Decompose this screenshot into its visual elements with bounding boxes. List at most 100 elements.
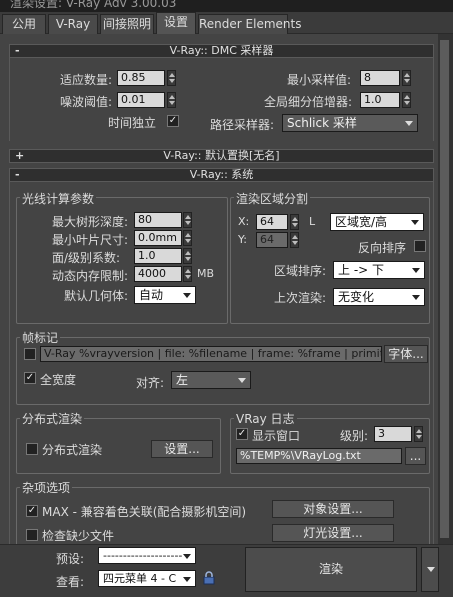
region-x-spinner[interactable] <box>290 214 299 230</box>
chevron-down-icon <box>411 220 419 225</box>
distributed-settings-button[interactable]: 设置... <box>151 440 213 458</box>
tab-indirect-illumination[interactable]: 间接照明 <box>100 14 154 34</box>
show-log-window-checkbox[interactable]: ✓ <box>236 428 248 440</box>
mem-unit-label: MB <box>197 267 215 280</box>
min-samples-spinner[interactable] <box>402 70 411 86</box>
log-level-field[interactable]: 3 <box>374 426 412 442</box>
region-y-spinner[interactable] <box>290 232 299 248</box>
max-tree-depth-field[interactable]: 80 <box>134 212 182 228</box>
full-width-label: 全宽度 <box>40 373 77 387</box>
lock-xy-button[interactable]: L <box>309 215 315 228</box>
distributed-rendering-label: 分布式渲染 <box>42 443 103 457</box>
min-samples-field[interactable]: 8 <box>360 70 400 86</box>
object-settings-button[interactable]: 对象设置... <box>272 500 394 518</box>
scrollbar-thumb[interactable] <box>440 40 449 538</box>
settings-scroll-pane: - V-Ray:: DMC 采样器 适应数量: 0.85 噪波阈值: 0.01 … <box>0 34 453 557</box>
distributed-rendering-group-title: 分布式渲染 <box>20 410 85 427</box>
check-missing-files-label: 检查缺少文件 <box>42 529 115 543</box>
lock-icon[interactable] <box>203 571 215 585</box>
bottom-bar: 预设: -------------------- 查看: 四元菜单 4 - C … <box>0 544 453 597</box>
chevron-down-icon <box>412 295 420 300</box>
chevron-down-icon <box>238 378 246 383</box>
adaptive-amount-spinner[interactable] <box>167 70 176 86</box>
frame-stamp-group-title: 帧标记 <box>20 329 61 346</box>
render-button[interactable]: 渲染 <box>245 547 417 592</box>
check-missing-files-checkbox[interactable] <box>26 529 38 541</box>
collapse-icon: - <box>15 168 20 181</box>
preset-value: -------------------- <box>103 549 183 562</box>
time-independent-label: 时间独立 <box>108 116 157 130</box>
dmc-panel: 适应数量: 0.85 噪波阈值: 0.01 时间独立 ✓ 最小采样值: 8 全局… <box>9 58 434 141</box>
region-mode-value: 区域宽/高 <box>335 215 388 229</box>
preset-dropdown[interactable]: -------------------- <box>98 547 196 564</box>
face-level-label: 面/级别系数: <box>52 251 121 265</box>
mem-limit-field[interactable]: 4000 <box>134 266 182 282</box>
rollup-dmc-sampler[interactable]: - V-Ray:: DMC 采样器 <box>9 44 434 58</box>
tab-common[interactable]: 公用 <box>2 14 46 34</box>
chevron-down-icon <box>412 268 420 273</box>
log-level-spinner[interactable] <box>414 426 423 442</box>
max-compat-label: MAX - 兼容着色关联(配合摄影机空间) <box>42 505 247 519</box>
distributed-rendering-checkbox[interactable] <box>26 443 38 455</box>
window-title-bar: 渲染设置: V-Ray Adv 3.00.03 <box>0 0 453 12</box>
default-geometry-value: 自动 <box>139 288 164 302</box>
full-width-checkbox[interactable]: ✓ <box>24 372 36 384</box>
min-leaf-label: 最小叶片尺寸: <box>52 233 129 247</box>
max-tree-depth-label: 最大树形深度: <box>52 215 129 229</box>
align-dropdown[interactable]: 左 <box>171 371 251 389</box>
rollup-default-displacement[interactable]: + V-Ray:: 默认置换[无名] <box>9 149 434 163</box>
chevron-down-icon <box>427 567 435 572</box>
tab-bar: 公用 V-Ray 间接照明 设置 Render Elements <box>0 12 453 35</box>
log-browse-button[interactable]: ... <box>405 447 426 465</box>
render-region-group-title: 渲染区域分割 <box>234 190 311 207</box>
region-y-label: Y: <box>238 233 247 246</box>
path-sampler-dropdown[interactable]: Schlick 采样 <box>282 114 418 132</box>
global-subdivs-field[interactable]: 1.0 <box>360 92 400 108</box>
global-subdivs-label: 全局细分倍增器: <box>264 95 353 109</box>
region-sequence-dropdown[interactable]: 上 -> 下 <box>333 261 425 279</box>
tab-render-elements[interactable]: Render Elements <box>198 14 301 34</box>
min-samples-label: 最小采样值: <box>287 73 352 87</box>
view-dropdown[interactable]: 四元菜单 4 - C <box>98 570 196 587</box>
face-level-spinner[interactable] <box>183 248 192 264</box>
rollup-title: V-Ray:: 系统 <box>189 168 254 181</box>
noise-threshold-field[interactable]: 0.01 <box>117 92 165 108</box>
mem-limit-label: 动态内存限制: <box>52 269 129 283</box>
region-y-field[interactable]: 64 <box>256 232 288 248</box>
min-leaf-spinner[interactable] <box>183 230 192 246</box>
align-label: 对齐: <box>136 376 165 390</box>
adaptive-amount-label: 适应数量: <box>60 73 113 87</box>
default-geometry-dropdown[interactable]: 自动 <box>134 286 196 304</box>
min-leaf-field[interactable]: 0.0mm <box>134 230 182 246</box>
region-mode-dropdown[interactable]: 区域宽/高 <box>330 213 424 231</box>
face-level-field[interactable]: 1.0 <box>134 248 182 264</box>
preset-label: 预设: <box>56 552 85 566</box>
global-subdivs-spinner[interactable] <box>402 92 411 108</box>
adaptive-amount-field[interactable]: 0.85 <box>117 70 165 86</box>
tab-vray[interactable]: V-Ray <box>48 14 98 34</box>
rollup-system[interactable]: - V-Ray:: 系统 <box>9 168 434 182</box>
reverse-sequence-label: 反向排序 <box>358 241 407 255</box>
time-independent-checkbox[interactable]: ✓ <box>167 115 179 127</box>
region-sequence-value: 上 -> 下 <box>338 263 385 277</box>
max-compat-checkbox[interactable]: ✓ <box>26 505 38 517</box>
default-geometry-label: 默认几何体: <box>64 289 129 303</box>
mem-limit-spinner[interactable] <box>183 266 192 282</box>
frame-stamp-text-field[interactable]: V-Ray %vrayversion | file: %filename | f… <box>40 346 382 362</box>
region-x-field[interactable]: 64 <box>256 214 288 230</box>
max-tree-depth-spinner[interactable] <box>183 212 192 228</box>
noise-threshold-spinner[interactable] <box>167 92 176 108</box>
light-settings-button[interactable]: 灯光设置... <box>272 524 394 542</box>
region-x-label: X: <box>238 215 250 228</box>
previous-render-value: 无变化 <box>338 290 375 304</box>
font-button[interactable]: 字体... <box>384 345 428 363</box>
region-sequence-label: 区域排序: <box>274 264 327 278</box>
render-options-button[interactable] <box>421 547 439 592</box>
previous-render-dropdown[interactable]: 无变化 <box>333 288 425 306</box>
reverse-sequence-checkbox[interactable] <box>414 240 426 252</box>
frame-stamp-checkbox[interactable] <box>24 348 36 360</box>
log-path-field[interactable]: %TEMP%\VRayLog.txt <box>236 448 402 464</box>
raycaster-group-title: 光线计算参数 <box>20 190 97 207</box>
tab-settings[interactable]: 设置 <box>156 12 196 35</box>
view-label: 查看: <box>56 575 85 589</box>
